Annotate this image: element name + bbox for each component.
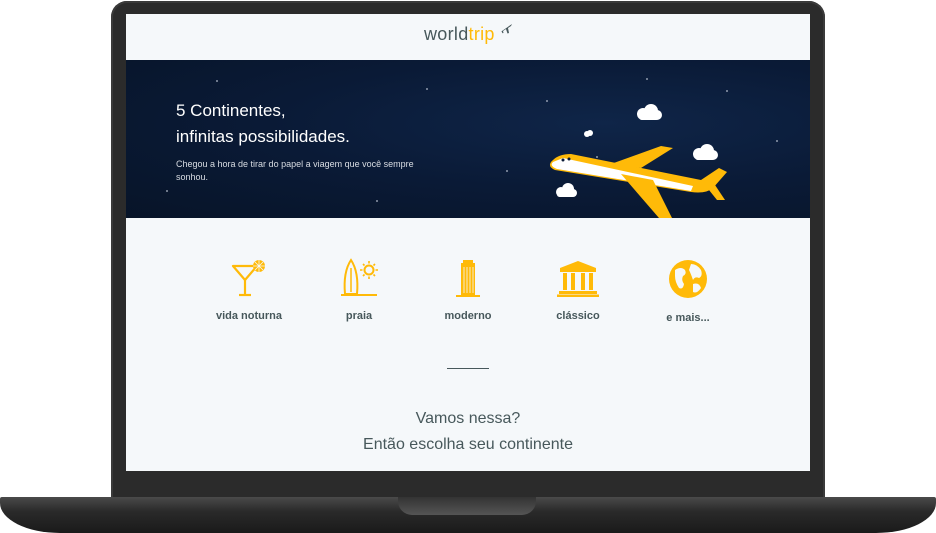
laptop-mockup: worldtrip 5 Continentes, infinitas possi… — [0, 0, 936, 533]
laptop-notch — [398, 497, 536, 515]
airplane-icon — [501, 24, 512, 34]
category-praia[interactable]: praia — [309, 258, 409, 322]
globe-icon — [669, 260, 707, 298]
cloud-icon — [637, 104, 662, 120]
category-label: e mais... — [666, 312, 710, 324]
hero-title-line2: infinitas possibilidades. — [176, 127, 350, 146]
category-vida-noturna[interactable]: vida noturna — [199, 258, 299, 322]
category-e-mais[interactable]: e mais... — [638, 258, 738, 324]
airplane-illustration — [549, 104, 727, 218]
cta-line2: Então escolha seu continente — [363, 436, 573, 453]
screen: worldtrip 5 Continentes, infinitas possi… — [126, 14, 810, 471]
cta-line1: Vamos nessa? — [415, 410, 521, 427]
hero-subtitle: Chegou a hora de tirar do papel a viagem… — [176, 159, 414, 182]
cloud-icon — [556, 183, 577, 197]
surfboard-sun-icon — [341, 258, 378, 296]
logo-world: world — [424, 24, 469, 44]
site-header: worldtrip — [126, 14, 810, 60]
cocktail-icon — [231, 260, 265, 297]
museum-icon — [557, 261, 599, 297]
category-moderno[interactable]: moderno — [418, 258, 518, 322]
logo-trip: trip — [468, 24, 495, 44]
building-icon — [456, 260, 480, 297]
category-label: clássico — [556, 310, 600, 322]
category-label: moderno — [444, 310, 492, 322]
category-label: vida noturna — [215, 310, 282, 322]
hero-title: 5 Continentes, infinitas possibilidades. — [176, 98, 476, 150]
category-label: praia — [345, 310, 373, 322]
hero-banner: 5 Continentes, infinitas possibilidades.… — [126, 60, 810, 218]
category-classico[interactable]: clássico — [528, 258, 628, 322]
travel-categories: vida noturna praia moderno clássico e ma… — [126, 218, 810, 368]
hero-title-line1: 5 Continentes, — [176, 101, 286, 120]
logo[interactable]: worldtrip — [424, 24, 495, 50]
cloud-icon — [693, 144, 718, 160]
section-divider — [447, 368, 489, 369]
cta-text: Vamos nessa? Então escolha seu continent… — [126, 406, 810, 458]
